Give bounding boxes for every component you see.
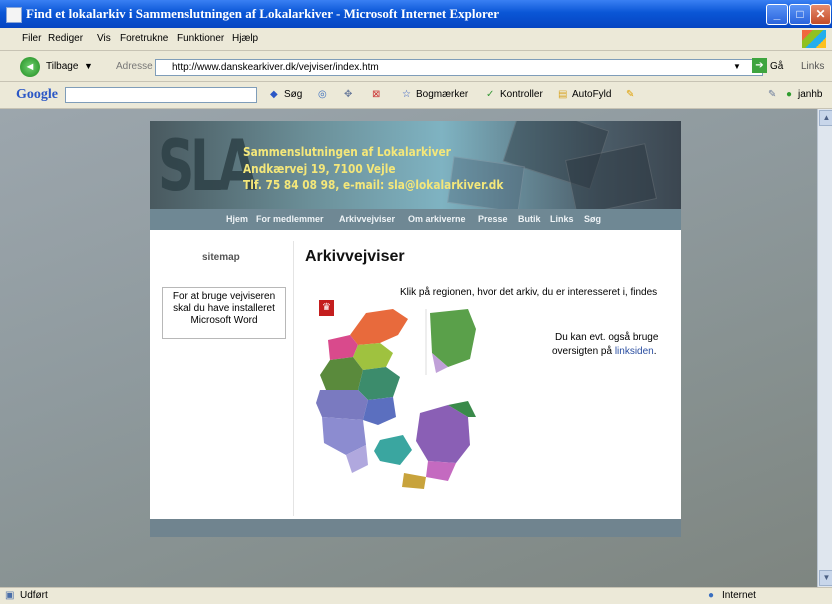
- menu-edit[interactable]: Rediger: [48, 33, 83, 44]
- menu-help[interactable]: Hjælp: [232, 33, 258, 44]
- star-icon: ☆: [402, 89, 411, 100]
- menu-view[interactable]: Vis: [97, 33, 111, 44]
- map-region-south-zealand[interactable]: [426, 461, 456, 481]
- back-arrow-icon[interactable]: ◄: [20, 57, 40, 77]
- links-button[interactable]: Links: [801, 61, 824, 72]
- alternative-text-link-line: oversigten på linksiden.: [552, 346, 657, 357]
- menu-file[interactable]: Filer: [22, 33, 41, 44]
- map-region-west[interactable]: [320, 357, 363, 390]
- status-text: Udført: [20, 590, 48, 601]
- popup-blocker-icon[interactable]: ⊠: [372, 89, 380, 100]
- back-dropdown-icon[interactable]: ▼: [84, 61, 93, 71]
- map-region-north[interactable]: [350, 309, 408, 345]
- map-region-lolland[interactable]: [402, 473, 426, 489]
- highlight-pen-icon[interactable]: ✎: [626, 89, 634, 100]
- scroll-up-icon[interactable]: ▲: [819, 110, 832, 126]
- menu-bar: Filer Rediger Vis Foretrukne Funktioner …: [0, 28, 832, 51]
- search-icon: ◆: [270, 89, 278, 100]
- window-title-bar[interactable]: Find et lokalarkiv i Sammenslutningen af…: [0, 0, 832, 28]
- google-search-input[interactable]: [65, 87, 257, 103]
- denmark-region-map[interactable]: [308, 305, 483, 495]
- settings-icon[interactable]: ✎: [768, 89, 776, 100]
- org-address: Andkærvej 19, 7100 Vejle: [243, 162, 396, 176]
- minimize-button[interactable]: _: [766, 4, 788, 25]
- maximize-button[interactable]: □: [789, 4, 811, 25]
- nav-search[interactable]: Søg: [584, 214, 601, 224]
- zone-label: Internet: [722, 590, 756, 601]
- scroll-down-icon[interactable]: ▼: [819, 570, 832, 586]
- back-button-label[interactable]: Tilbage: [46, 61, 78, 72]
- nav-links[interactable]: Links: [550, 214, 574, 224]
- column-divider: [293, 241, 294, 516]
- word-requirement-note: For at bruge vejviseren skal du have ins…: [162, 287, 286, 339]
- address-input[interactable]: http://www.danskearkiver.dk/vejviser/ind…: [155, 59, 763, 76]
- spellcheck-icon: ✓: [486, 89, 495, 100]
- google-logo[interactable]: Google: [16, 87, 58, 103]
- menu-tools[interactable]: Funktioner: [177, 33, 224, 44]
- address-label: Adresse: [116, 61, 153, 72]
- menu-favorites[interactable]: Foretrukne: [120, 33, 168, 44]
- nav-archive-guide[interactable]: Arkivvejviser: [339, 214, 395, 224]
- org-name: Sammenslutningen af Lokalarkiver: [243, 145, 451, 159]
- nav-members[interactable]: For medlemmer: [256, 214, 324, 224]
- autofill-button[interactable]: AutoFyld: [572, 89, 611, 100]
- page-title: Arkivvejviser: [305, 248, 405, 265]
- address-dropdown-icon[interactable]: ▼: [733, 62, 741, 71]
- nav-shop[interactable]: Butik: [518, 214, 541, 224]
- alternative-text: Du kan evt. også bruge: [555, 332, 659, 343]
- vertical-scrollbar[interactable]: ▲ ▼: [817, 109, 832, 587]
- google-search-button[interactable]: Søg: [284, 89, 302, 100]
- nav-press[interactable]: Presse: [478, 214, 508, 224]
- map-region-zealand[interactable]: [416, 405, 470, 463]
- sitemap-link[interactable]: sitemap: [202, 252, 240, 263]
- links-page-link[interactable]: linksiden: [615, 346, 654, 357]
- nav-home[interactable]: Hjem: [226, 214, 248, 224]
- google-toolbar: Google ◆ Søg ◎ ✥ ⊠ ☆ Bogmærker ✓ Kontrol…: [0, 82, 832, 109]
- status-bar: ▣ Udført ● Internet: [0, 587, 832, 604]
- windows-logo-icon: [802, 30, 826, 48]
- map-region-southwest[interactable]: [316, 390, 368, 420]
- site-banner: SLA Sammenslutningen af Lokalarkiver And…: [150, 121, 681, 209]
- internet-zone-icon: ●: [708, 590, 715, 601]
- site-nav: Hjem For medlemmer Arkivvejviser Om arki…: [150, 209, 681, 230]
- map-region-east-jutland[interactable]: [358, 367, 400, 400]
- page-done-icon: ▣: [5, 590, 15, 601]
- bookmarks-button[interactable]: Bogmærker: [416, 89, 468, 100]
- autofill-icon: ▤: [558, 89, 568, 100]
- map-region-vejle[interactable]: [363, 397, 396, 425]
- options-icon[interactable]: ✥: [344, 89, 352, 100]
- user-status-icon: ●: [786, 89, 793, 100]
- ie-page-icon: [6, 7, 22, 23]
- sla-logo[interactable]: SLA: [158, 125, 257, 207]
- map-instruction: Klik på regionen, hvor det arkiv, du er …: [400, 287, 658, 298]
- map-region-funen[interactable]: [374, 435, 412, 465]
- close-button[interactable]: ✕: [810, 4, 831, 25]
- nav-about-archives[interactable]: Om arkiverne: [408, 214, 466, 224]
- check-button[interactable]: Kontroller: [500, 89, 543, 100]
- window-title: Find et lokalarkiv i Sammenslutningen af…: [26, 6, 500, 21]
- site-footer: [150, 519, 681, 537]
- go-button-label[interactable]: Gå: [770, 61, 783, 72]
- org-contact: Tlf. 75 84 08 98, e-mail: sla@lokalarkiv…: [243, 178, 504, 192]
- address-toolbar: ◄ Tilbage ▼ Adresse http://www.danskeark…: [0, 51, 832, 82]
- user-account-button[interactable]: janhb: [798, 89, 822, 100]
- news-icon[interactable]: ◎: [318, 89, 327, 100]
- go-arrow-icon[interactable]: ➔: [752, 58, 767, 73]
